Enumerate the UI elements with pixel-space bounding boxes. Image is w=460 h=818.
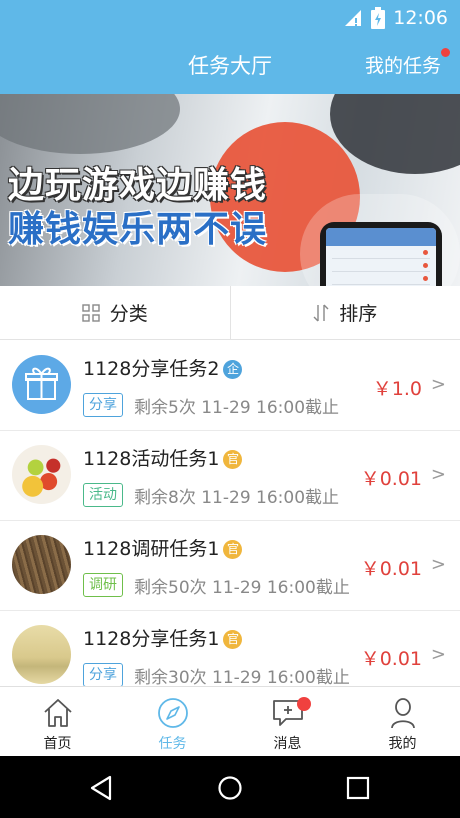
enterprise-badge: 企 <box>223 360 243 379</box>
promo-banner[interactable]: 边玩游戏边赚钱 赚钱娱乐两不误 <box>0 94 460 286</box>
task-row[interactable]: 1128分享任务2 企 分享 剩余5次 11-29 16:00截止 ￥1.0 > <box>0 341 460 431</box>
banner-phone-screen <box>326 228 436 286</box>
category-label: 分类 <box>109 303 148 325</box>
nav-messages[interactable]: 消息 <box>230 687 345 756</box>
task-price: ￥0.01 <box>360 558 422 580</box>
nav-tasks-label: 任务 <box>158 736 187 752</box>
grass-photo <box>12 535 71 594</box>
home-icon <box>43 699 72 727</box>
task-title: 1128活动任务1 官 <box>83 444 243 471</box>
app-header: 任务大厅 我的任务 <box>0 36 460 94</box>
sunset-photo <box>12 625 71 684</box>
nav-home[interactable]: 首页 <box>0 687 115 756</box>
back-icon[interactable] <box>88 774 116 802</box>
user-icon <box>390 698 415 729</box>
task-price: ￥0.01 <box>360 468 422 490</box>
filter-sort-bar: 分类 排序 <box>0 286 460 340</box>
official-badge: 官 <box>223 540 243 559</box>
nav-profile-label: 我的 <box>388 736 417 752</box>
banner-headline-2: 赚钱娱乐两不误 <box>8 209 268 250</box>
system-nav-bar <box>0 756 460 818</box>
nav-messages-label: 消息 <box>273 736 302 752</box>
nav-tasks[interactable]: 任务 <box>115 687 230 756</box>
task-meta: 剩余30次 11-29 16:00截止 <box>134 668 350 688</box>
task-title: 1128分享任务2 企 <box>83 354 243 381</box>
chevron-right-icon: > <box>430 374 446 395</box>
recents-icon[interactable] <box>344 774 372 802</box>
chevron-right-icon: > <box>430 644 446 665</box>
task-title: 1128调研任务1 官 <box>83 534 243 561</box>
status-bar: 12:06 <box>0 0 460 36</box>
task-title: 1128分享任务1 官 <box>83 624 243 651</box>
task-tag: 调研 <box>83 573 123 597</box>
chevron-right-icon: > <box>430 554 446 575</box>
task-row[interactable]: 1128调研任务1 官 调研 剩余50次 11-29 16:00截止 ￥0.01 … <box>0 521 460 611</box>
banner-bg-shape <box>0 94 180 154</box>
grid-icon <box>82 303 100 322</box>
status-time: 12:06 <box>393 7 448 29</box>
task-row[interactable]: 1128活动任务1 官 活动 剩余8次 11-29 16:00截止 ￥0.01 > <box>0 431 460 521</box>
sort-arrows-icon <box>313 304 329 321</box>
home-circle-icon[interactable] <box>216 774 244 802</box>
task-meta: 剩余50次 11-29 16:00截止 <box>134 578 350 598</box>
status-icons: 12:06 <box>343 7 448 29</box>
gift-icon <box>12 355 71 414</box>
chevron-right-icon: > <box>430 464 446 485</box>
official-badge: 官 <box>223 630 243 649</box>
task-tag: 分享 <box>83 663 123 687</box>
category-button[interactable]: 分类 <box>0 286 230 339</box>
task-price: ￥0.01 <box>360 648 422 670</box>
signal-icon <box>345 10 362 26</box>
fruit-photo <box>12 445 71 504</box>
battery-icon <box>371 7 386 29</box>
messages-notification-dot <box>297 697 311 711</box>
task-tag: 活动 <box>83 483 123 507</box>
nav-profile[interactable]: 我的 <box>345 687 460 756</box>
nav-home-label: 首页 <box>43 736 72 752</box>
bottom-nav: 首页 任务 消息 我的 <box>0 686 460 756</box>
sort-label: 排序 <box>339 303 378 325</box>
my-tasks-button[interactable]: 我的任务 <box>365 51 441 78</box>
compass-icon <box>157 698 188 728</box>
sort-button[interactable]: 排序 <box>229 286 460 339</box>
task-tag: 分享 <box>83 393 123 417</box>
task-meta: 剩余8次 11-29 16:00截止 <box>134 488 340 508</box>
my-tasks-notification-dot <box>441 48 450 57</box>
task-price: ￥1.0 <box>372 378 422 400</box>
official-badge: 官 <box>223 450 243 469</box>
task-meta: 剩余5次 11-29 16:00截止 <box>134 398 340 418</box>
